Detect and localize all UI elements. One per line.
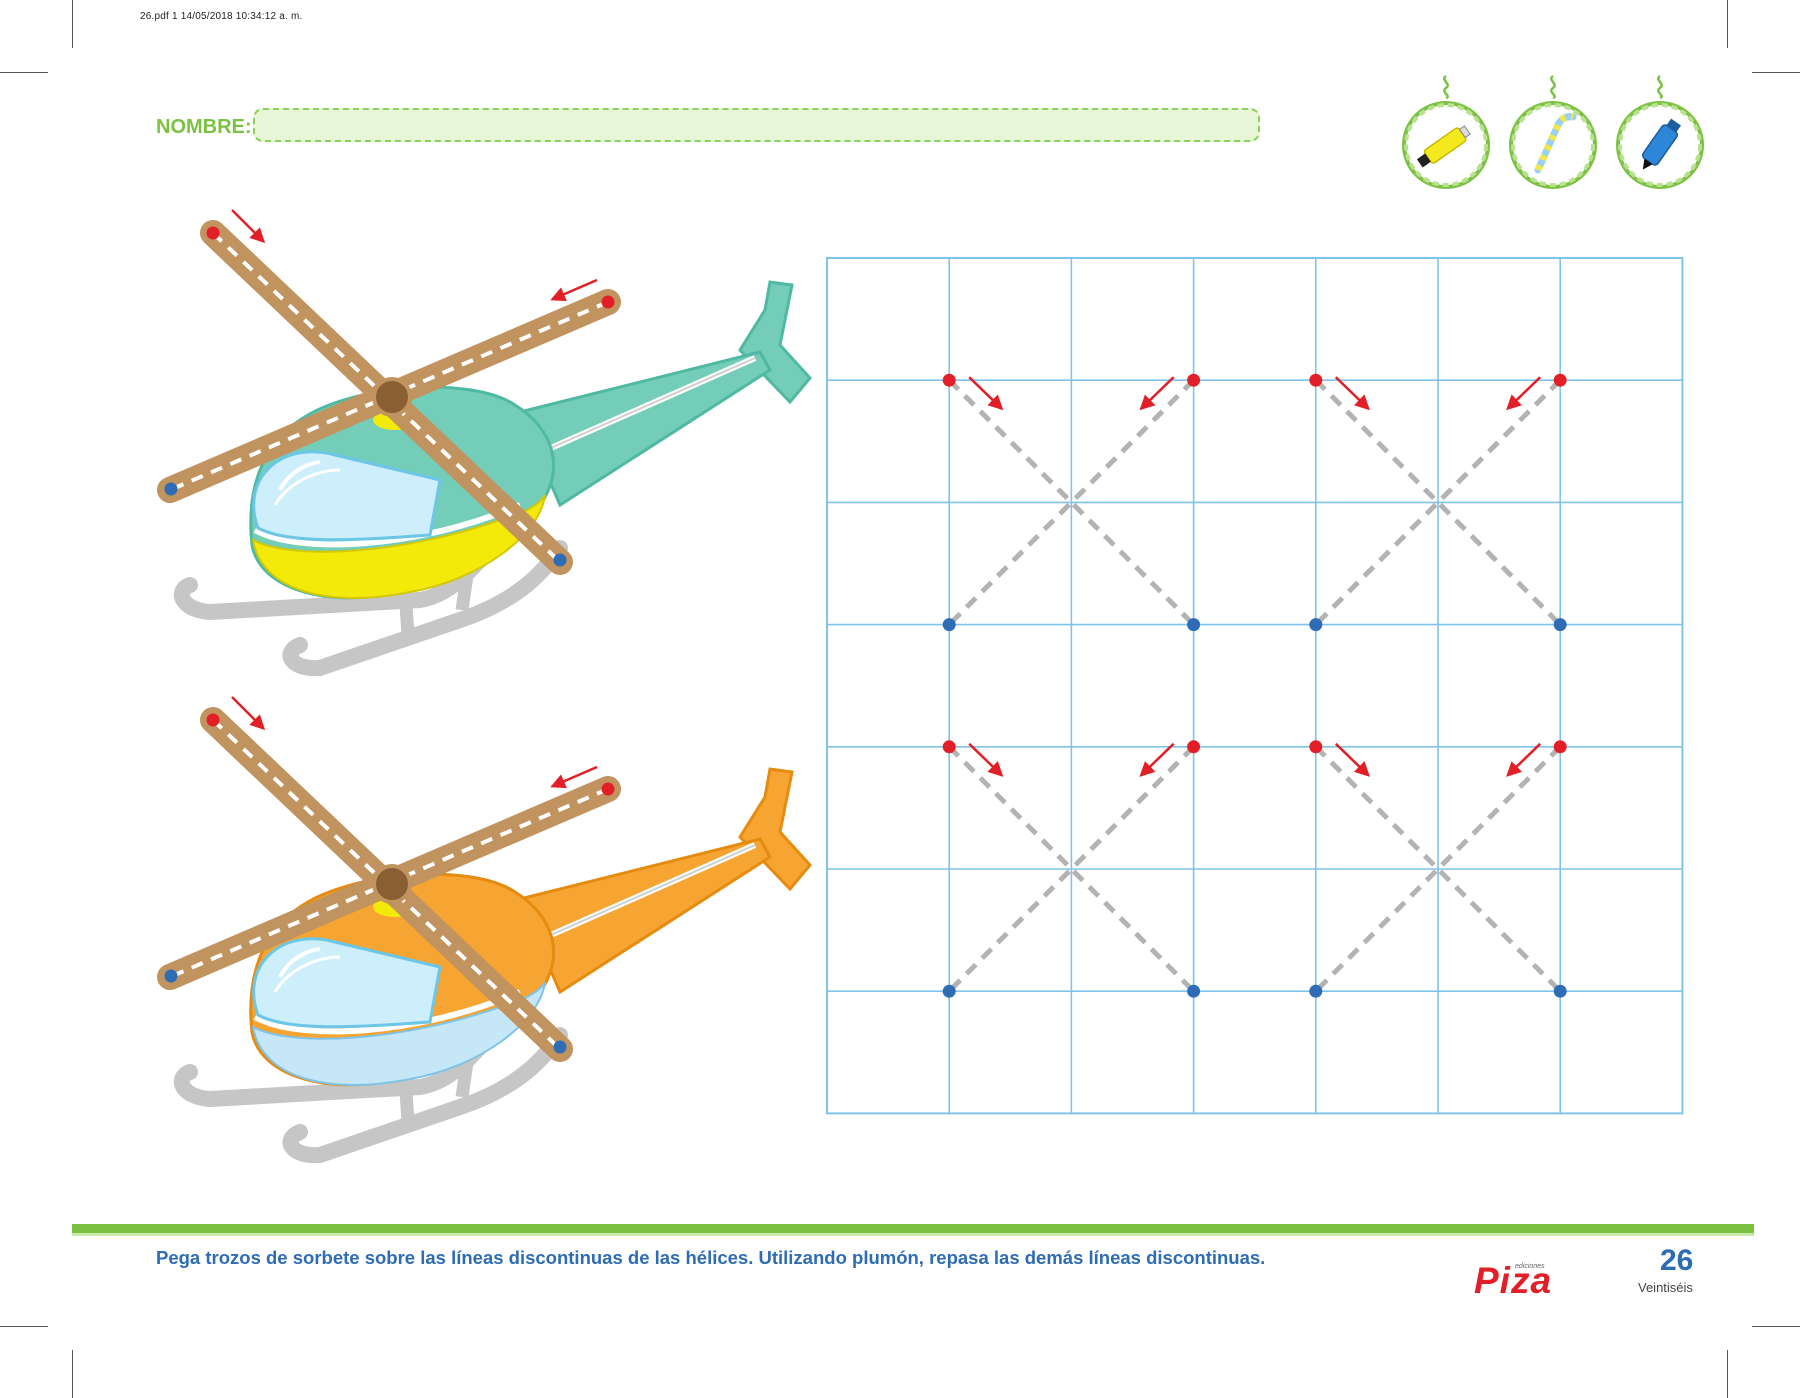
start-dot [1309, 373, 1323, 387]
end-dot [553, 553, 567, 567]
start-dot [1553, 740, 1567, 754]
worksheet-art [157, 209, 1684, 1398]
helicopter-teal [157, 209, 812, 668]
helicopter-orange [157, 696, 812, 1155]
brand-logo: Piza [1474, 1260, 1553, 1301]
end-dot [1553, 984, 1567, 998]
end-dot [942, 618, 956, 632]
start-dot [601, 782, 615, 796]
page-number: 26 [1660, 1244, 1694, 1277]
end-dot [164, 969, 178, 983]
end-dot [1309, 618, 1323, 632]
end-dot [1309, 984, 1323, 998]
end-dot [553, 1040, 567, 1054]
direction-arrow [231, 209, 266, 244]
start-dot [942, 740, 956, 754]
direction-arrow [231, 696, 266, 731]
start-dot [942, 373, 956, 387]
helicopter-tail-boom [517, 837, 772, 995]
page-number-word: Veintiséis [1638, 1280, 1693, 1295]
end-dot [942, 984, 956, 998]
start-dot [1187, 373, 1201, 387]
start-dot [206, 226, 220, 240]
start-dot [601, 295, 615, 309]
start-dot [206, 713, 220, 727]
instruction-text: Pega trozos de sorbete sobre las líneas … [156, 1247, 1266, 1268]
tracing-crosses [942, 373, 1567, 998]
end-dot [1187, 618, 1201, 632]
start-dot [1187, 740, 1201, 754]
helicopter-tail-boom [517, 350, 772, 508]
end-dot [164, 482, 178, 496]
start-dot [1309, 740, 1323, 754]
end-dot [1553, 618, 1567, 632]
start-dot [1553, 373, 1567, 387]
footer-rule [72, 1224, 1754, 1236]
end-dot [1187, 984, 1201, 998]
